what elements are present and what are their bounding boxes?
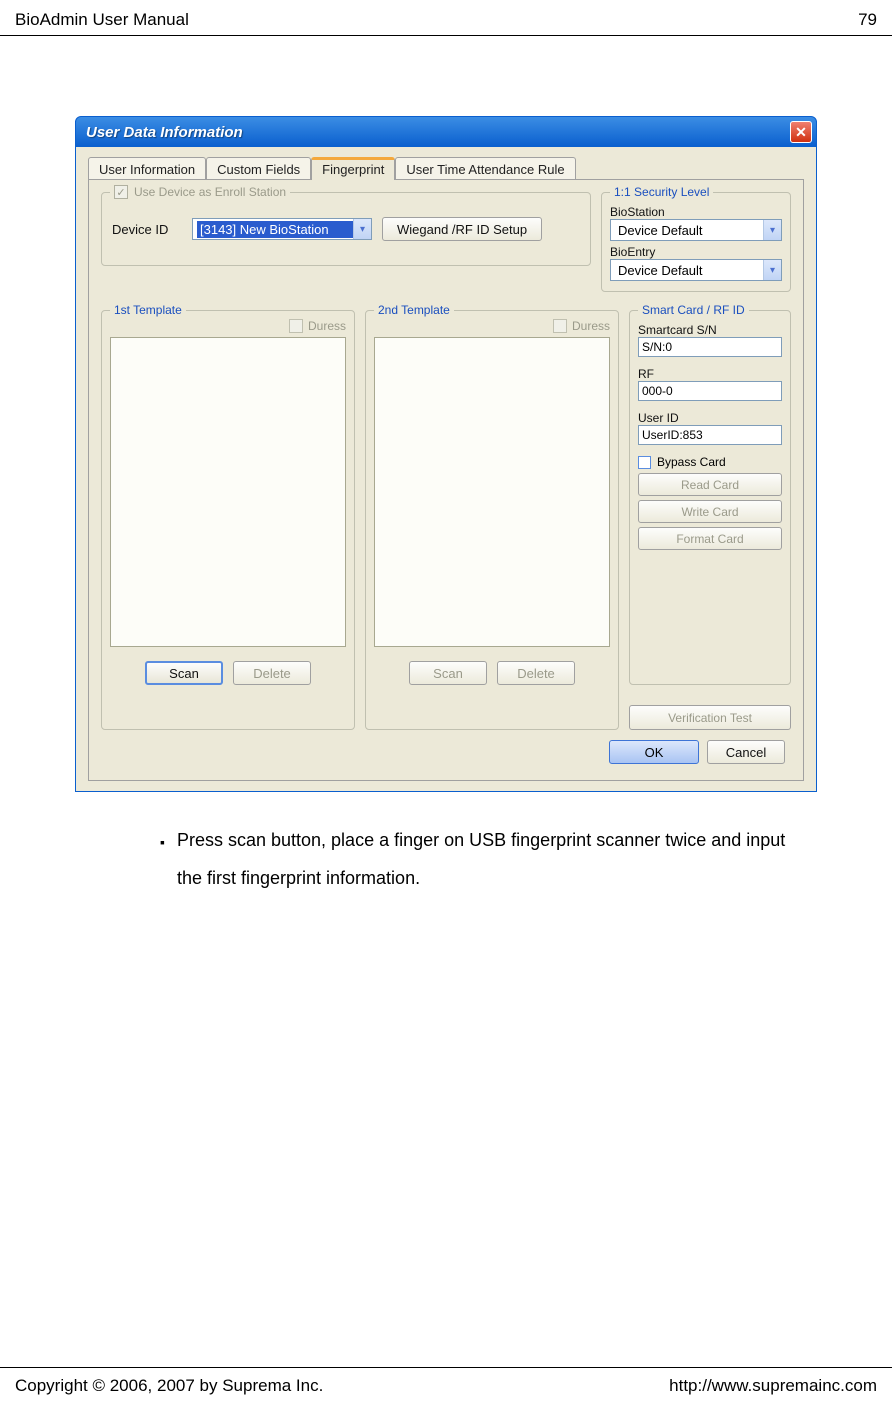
bioentry-select[interactable]: Device Default ▾: [610, 259, 782, 281]
enroll-legend: Use Device as Enroll Station: [134, 185, 286, 199]
duress1-checkbox[interactable]: [289, 319, 303, 333]
user-data-dialog: User Data Information ✕ User Information…: [75, 116, 817, 792]
bypass-checkbox[interactable]: [638, 456, 651, 469]
chevron-down-icon[interactable]: ▾: [353, 219, 371, 239]
rf-label: RF: [638, 367, 782, 381]
scan2-button[interactable]: Scan: [409, 661, 487, 685]
biostation-select[interactable]: Device Default ▾: [610, 219, 782, 241]
bullet-icon: ▪: [160, 828, 165, 898]
footer-url: http://www.supremainc.com: [669, 1376, 877, 1396]
format-card-button[interactable]: Format Card: [638, 527, 782, 550]
fingerprint2-display: [374, 337, 610, 647]
tab-custom-fields[interactable]: Custom Fields: [206, 157, 311, 180]
device-id-select[interactable]: [3143] New BioStation ▾: [192, 218, 372, 240]
security-legend: 1:1 Security Level: [610, 185, 713, 199]
delete1-button[interactable]: Delete: [233, 661, 311, 685]
rf-input[interactable]: [638, 381, 782, 401]
wiegand-setup-button[interactable]: Wiegand /RF ID Setup: [382, 217, 542, 241]
bypass-label: Bypass Card: [657, 455, 726, 469]
close-icon[interactable]: ✕: [790, 121, 812, 143]
enroll-station-group: ✓ Use Device as Enroll Station Device ID…: [101, 192, 591, 266]
sn-input[interactable]: [638, 337, 782, 357]
duress1-label: Duress: [308, 319, 346, 333]
device-id-label: Device ID: [112, 222, 182, 237]
use-device-checkbox[interactable]: ✓: [114, 185, 128, 199]
tab-time-attendance[interactable]: User Time Attendance Rule: [395, 157, 575, 180]
tab-fingerprint[interactable]: Fingerprint: [311, 157, 395, 180]
read-card-button[interactable]: Read Card: [638, 473, 782, 496]
bioentry-label: BioEntry: [610, 245, 782, 259]
second-template-group: 2nd Template Duress Scan Delete: [365, 310, 619, 730]
write-card-button[interactable]: Write Card: [638, 500, 782, 523]
delete2-button[interactable]: Delete: [497, 661, 575, 685]
page-number: 79: [858, 10, 877, 30]
ok-button[interactable]: OK: [609, 740, 699, 764]
userid-label: User ID: [638, 411, 782, 425]
sn-label: Smartcard S/N: [638, 323, 782, 337]
biostation-label: BioStation: [610, 205, 782, 219]
dialog-title: User Data Information: [86, 124, 243, 141]
second-template-legend: 2nd Template: [374, 303, 454, 317]
scan1-button[interactable]: Scan: [145, 661, 223, 685]
doc-title: BioAdmin User Manual: [15, 10, 189, 30]
first-template-group: 1st Template Duress Scan Delete: [101, 310, 355, 730]
security-level-group: 1:1 Security Level BioStation Device Def…: [601, 192, 791, 292]
duress2-label: Duress: [572, 319, 610, 333]
smartcard-legend: Smart Card / RF ID: [638, 303, 749, 317]
dialog-titlebar: User Data Information ✕: [76, 117, 816, 147]
chevron-down-icon[interactable]: ▾: [763, 220, 781, 240]
verification-test-button[interactable]: Verification Test: [629, 705, 791, 730]
instruction-text: Press scan button, place a finger on USB…: [177, 822, 792, 898]
fingerprint1-display: [110, 337, 346, 647]
chevron-down-icon[interactable]: ▾: [763, 260, 781, 280]
smartcard-group: Smart Card / RF ID Smartcard S/N RF User…: [629, 310, 791, 685]
userid-input[interactable]: [638, 425, 782, 445]
cancel-button[interactable]: Cancel: [707, 740, 785, 764]
tab-user-information[interactable]: User Information: [88, 157, 206, 180]
duress2-checkbox[interactable]: [553, 319, 567, 333]
instruction-item: ▪ Press scan button, place a finger on U…: [160, 822, 792, 898]
first-template-legend: 1st Template: [110, 303, 186, 317]
copyright: Copyright © 2006, 2007 by Suprema Inc.: [15, 1376, 323, 1396]
